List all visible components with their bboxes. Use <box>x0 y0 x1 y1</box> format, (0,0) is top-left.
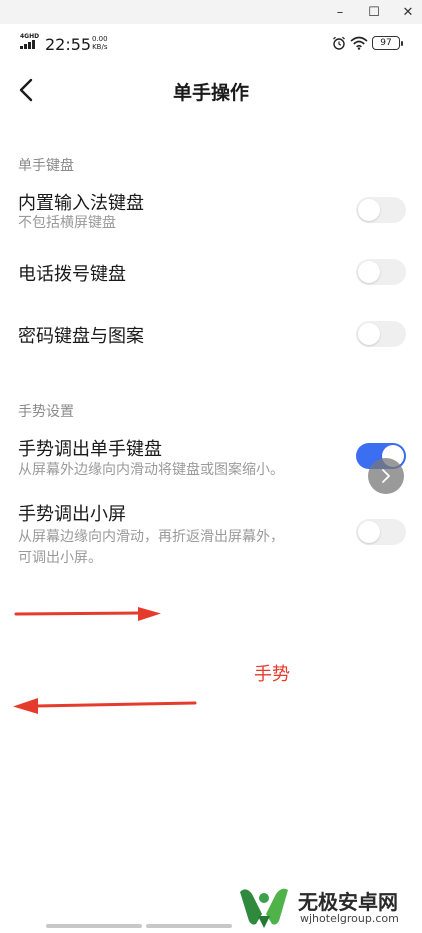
window-title-bar: – ☐ ✕ <box>0 0 422 24</box>
toggle-password-keyboard[interactable] <box>356 321 406 347</box>
maximize-button[interactable]: ☐ <box>360 2 388 22</box>
setting-subtitle-gesture-small-screen-1: 从屏幕边缘向内滑动，再折返滑出屏幕外， <box>18 529 284 545</box>
watermark-logo-icon <box>240 888 288 928</box>
battery-indicator: 97 <box>372 36 403 50</box>
toggle-gesture-small-screen[interactable] <box>356 519 406 545</box>
floating-expand-button[interactable] <box>368 458 404 494</box>
setting-subtitle-builtin-ime: 不包括横屏键盘 <box>18 215 116 231</box>
toggle-knob <box>358 521 380 543</box>
setting-title-gesture-keyboard[interactable]: 手势调出单手键盘 <box>18 435 162 461</box>
close-button[interactable]: ✕ <box>394 2 422 22</box>
status-time: 22:55 <box>45 35 92 54</box>
toggle-knob <box>358 261 380 283</box>
watermark-url: wjhotelgroup.com <box>300 912 399 925</box>
arrow-right-annotation <box>14 607 161 621</box>
toggle-dialer[interactable] <box>356 259 406 285</box>
section-label-gesture: 手势设置 <box>18 404 74 420</box>
alarm-icon <box>333 36 345 50</box>
status-bar: 4GHD 22:55 0.00 KB/s 97 <box>0 24 422 64</box>
toggle-knob <box>358 323 380 345</box>
gesture-bar-right <box>146 924 232 928</box>
setting-title-builtin-ime[interactable]: 内置输入法键盘 <box>18 189 144 215</box>
signal-icon <box>20 40 35 49</box>
network-speed: 0.00 KB/s <box>92 35 108 51</box>
setting-subtitle-gesture-keyboard: 从屏幕外边缘向内滑动将键盘或图案缩小。 <box>18 462 284 478</box>
toggle-knob <box>358 199 380 221</box>
gesture-bar-left <box>46 924 142 928</box>
page-header: 单手操作 <box>0 64 422 116</box>
toggle-builtin-ime[interactable] <box>356 197 406 223</box>
setting-title-gesture-small-screen[interactable]: 手势调出小屏 <box>18 500 126 526</box>
speed-value: 0.00 <box>92 35 108 43</box>
gesture-annotation-label: 手势 <box>254 664 290 685</box>
setting-subtitle-gesture-small-screen-2: 可调出小屏。 <box>18 550 102 566</box>
watermark-name: 无极安卓网 <box>298 890 398 914</box>
speed-unit: KB/s <box>92 43 108 51</box>
setting-title-dialer[interactable]: 电话拨号键盘 <box>18 260 126 286</box>
chevron-right-icon <box>382 469 390 483</box>
network-type: 4GHD <box>20 33 40 40</box>
setting-title-password-keyboard[interactable]: 密码键盘与图案 <box>18 322 144 348</box>
section-label-keyboard: 单手键盘 <box>18 158 74 174</box>
arrow-left-annotation <box>13 698 197 714</box>
minimize-button[interactable]: – <box>326 2 354 22</box>
wifi-icon <box>350 36 368 50</box>
page-title: 单手操作 <box>172 82 249 104</box>
